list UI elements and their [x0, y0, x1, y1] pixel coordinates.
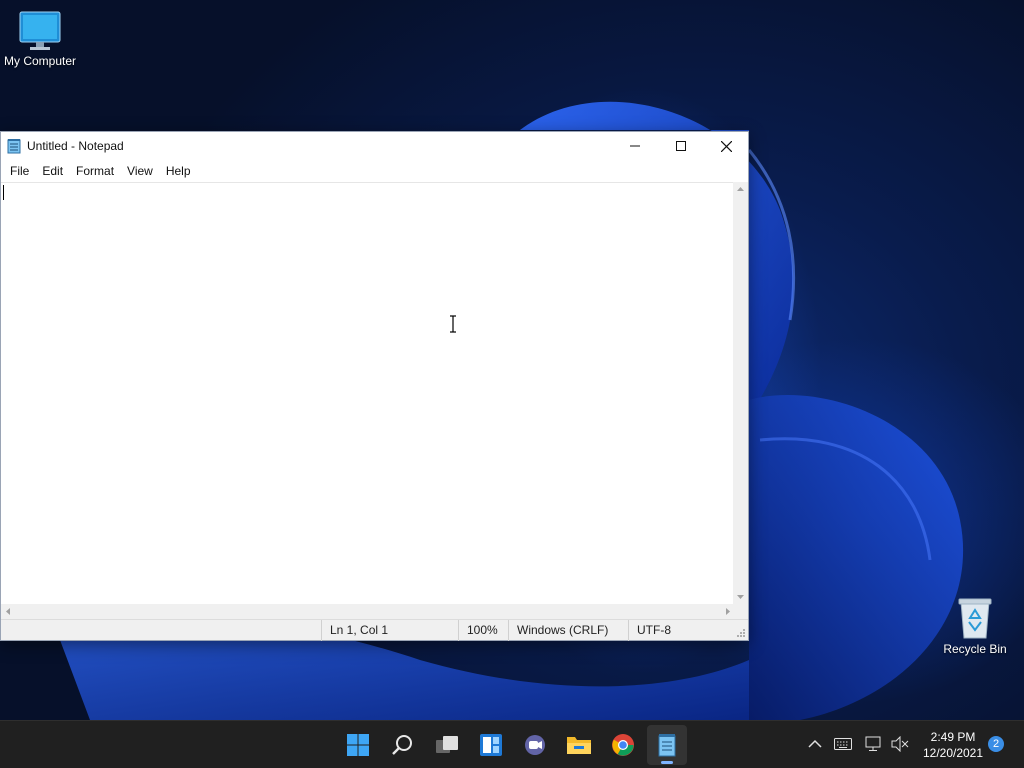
resize-grip-icon[interactable]: [736, 628, 746, 638]
menu-edit[interactable]: Edit: [37, 164, 68, 178]
horizontal-scrollbar[interactable]: [1, 604, 735, 619]
scrollbar-corner: [733, 604, 748, 619]
task-view-button[interactable]: [427, 725, 467, 765]
minimize-icon: [630, 145, 640, 147]
notepad-window[interactable]: Untitled - Notepad File Edit Format View…: [0, 131, 749, 641]
scroll-left-icon[interactable]: [1, 604, 16, 619]
chrome-icon: [612, 734, 634, 756]
volume-button[interactable]: [889, 733, 911, 755]
text-caret: [3, 185, 4, 200]
menu-view[interactable]: View: [122, 164, 158, 178]
active-app-indicator: [661, 761, 673, 764]
window-title: Untitled - Notepad: [27, 139, 124, 153]
widgets-icon: [480, 734, 502, 756]
status-zoom: 100%: [458, 620, 508, 641]
close-button[interactable]: [703, 132, 749, 160]
menu-format[interactable]: Format: [71, 164, 119, 178]
desktop-icon-recycle-bin[interactable]: Recycle Bin: [935, 596, 1015, 656]
teams-chat-button[interactable]: [515, 725, 555, 765]
vertical-scrollbar[interactable]: [733, 182, 748, 604]
desktop-icon-label: Recycle Bin: [943, 642, 1007, 656]
text-cursor-icon: [450, 315, 456, 333]
text-editor[interactable]: [1, 182, 735, 604]
recycle-bin-icon: [958, 598, 992, 639]
keyboard-button[interactable]: [832, 733, 854, 755]
desktop-icon-label: My Computer: [3, 54, 77, 68]
status-line-ending: Windows (CRLF): [508, 620, 628, 641]
task-view-icon: [436, 736, 458, 753]
clock-time: 2:49 PM: [930, 730, 976, 744]
minimize-button[interactable]: [612, 132, 658, 160]
network-icon: [865, 736, 881, 751]
menu-help[interactable]: Help: [161, 164, 196, 178]
notepad-icon: [658, 734, 676, 757]
windows-start-icon: [347, 734, 369, 756]
search-button[interactable]: [383, 725, 423, 765]
monitor-icon: [19, 11, 61, 50]
teams-chat-icon: [525, 735, 545, 755]
keyboard-icon: [834, 738, 852, 750]
title-bar[interactable]: Untitled - Notepad: [1, 132, 748, 160]
menu-bar: File Edit Format View Help: [1, 160, 748, 182]
status-bar: Ln 1, Col 1 100% Windows (CRLF) UTF-8: [1, 619, 748, 641]
chevron-up-icon: [808, 739, 822, 748]
taskbar: 2:49 PM 12/20/2021: [0, 720, 1024, 768]
scroll-up-icon[interactable]: [733, 182, 748, 197]
search-icon: [392, 735, 412, 755]
file-explorer-icon: [567, 737, 591, 754]
show-hidden-icons-button[interactable]: [804, 733, 826, 755]
maximize-icon: [676, 141, 686, 151]
notepad-taskbar-button[interactable]: [647, 725, 687, 765]
taskbar-clock[interactable]: 2:49 PM 12/20/2021: [918, 729, 988, 761]
close-icon: [720, 140, 732, 152]
notepad-icon: [7, 139, 21, 154]
file-explorer-button[interactable]: [559, 725, 599, 765]
notification-badge[interactable]: 2: [988, 736, 1004, 752]
widgets-button[interactable]: [471, 725, 511, 765]
maximize-button[interactable]: [658, 132, 704, 160]
menu-file[interactable]: File: [5, 164, 34, 178]
clock-date: 12/20/2021: [922, 746, 984, 760]
network-button[interactable]: [863, 733, 885, 755]
status-encoding: UTF-8: [628, 620, 733, 641]
status-position: Ln 1, Col 1: [321, 620, 458, 641]
desktop-icon-my-computer[interactable]: My Computer: [0, 8, 80, 68]
chrome-button[interactable]: [603, 725, 643, 765]
scroll-down-icon[interactable]: [733, 589, 748, 604]
volume-muted-icon: [891, 736, 909, 752]
start-button[interactable]: [338, 725, 378, 765]
